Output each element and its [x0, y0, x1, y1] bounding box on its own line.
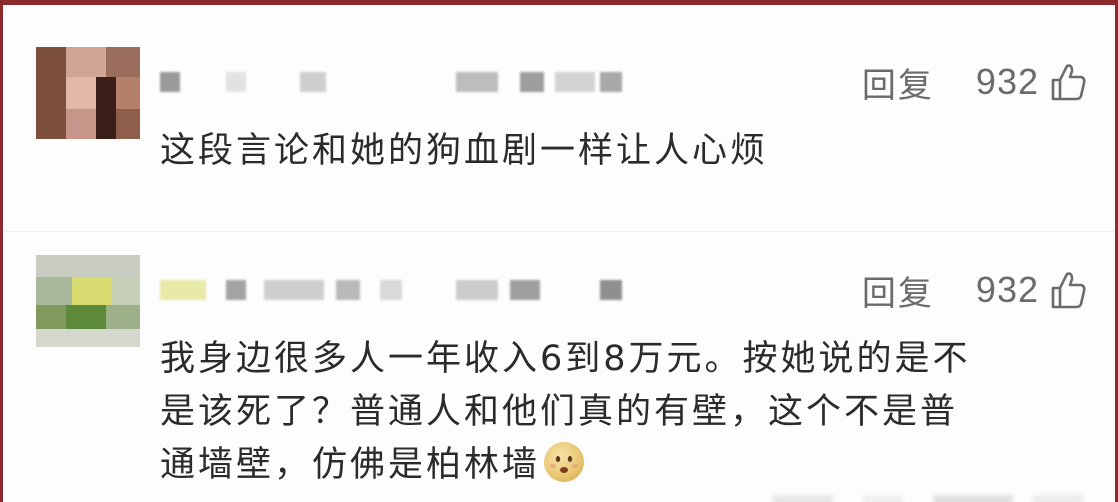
comment-actions: 回复 932: [862, 58, 1087, 107]
comment-divider: [3, 231, 1115, 232]
username-redacted[interactable]: [160, 72, 640, 94]
comment-text: 我身边很多人一年收入6到8万元。按她说的是不 是该死了？普通人和他们真的有壁，这…: [160, 333, 1085, 492]
like-count: 932: [975, 269, 1039, 310]
comment-text: 这段言论和她的狗血剧一样让人心烦: [160, 131, 769, 171]
embarrassed-face-emoji-icon: [544, 442, 585, 482]
reply-button[interactable]: 回复: [862, 58, 934, 107]
avatar[interactable]: [36, 255, 140, 347]
username-redacted[interactable]: [160, 280, 640, 302]
comment-actions: 回复 932: [862, 266, 1087, 315]
thumbs-up-icon[interactable]: [1049, 270, 1087, 310]
thumbs-up-icon[interactable]: [1049, 62, 1087, 102]
like-count: 932: [975, 61, 1039, 102]
footer-redacted: [773, 495, 1093, 502]
reply-button[interactable]: 回复: [862, 266, 934, 315]
comment-screenshot-frame: 回复 932 这段言论和她的狗血剧一样让人心烦 回复 932 我身边很多人一年收…: [0, 0, 1118, 502]
avatar[interactable]: [36, 47, 140, 139]
